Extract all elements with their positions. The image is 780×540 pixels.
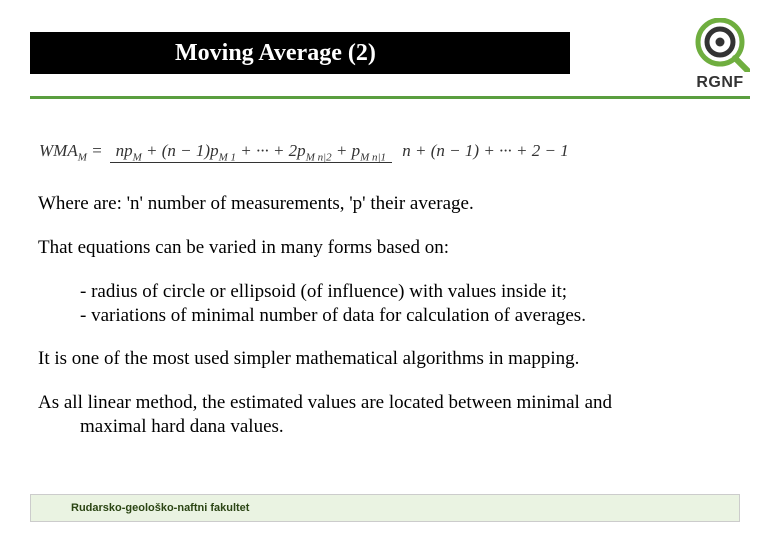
body-text: Where are: 'n' number of measurements, '… [38,192,742,438]
formula-denominator: n + (n − 1) + ··· + 2 − 1 [396,139,574,160]
formula-lhs: WMAM = [39,141,103,160]
paragraph-linear-2: maximal hard dana values. [38,415,742,439]
paragraph-where: Where are: 'n' number of measurements, '… [38,192,742,216]
title-bar: Moving Average (2) [30,32,570,74]
logo: RGNF [690,18,750,92]
bullet-radius: - radius of circle or ellipsoid (of infl… [38,280,742,304]
slide-footer: Rudarsko-geološko-naftni fakultet [30,494,740,522]
slide-content: WMAM = npM + (n − 1)pM 1 + ··· + 2pM n|2… [38,120,742,439]
paragraph-usage: It is one of the most used simpler mathe… [38,347,742,371]
bullet-variations: - variations of minimal number of data f… [38,304,742,328]
slide-title: Moving Average (2) [175,40,376,67]
wma-formula: WMAM = npM + (n − 1)pM 1 + ··· + 2pM n|2… [38,140,742,164]
paragraph-variations-intro: That equations can be varied in many for… [38,236,742,260]
logo-label: RGNF [690,74,750,92]
footer-text: Rudarsko-geološko-naftni fakultet [71,502,249,514]
paragraph-linear-1: As all linear method, the estimated valu… [38,391,742,415]
formula-numerator: npM + (n − 1)pM 1 + ··· + 2pM n|2 + pM n… [110,141,392,163]
slide-header: Moving Average (2) RGNF [0,0,780,95]
rgnf-logo-icon [690,18,750,72]
divider-line [30,96,750,99]
